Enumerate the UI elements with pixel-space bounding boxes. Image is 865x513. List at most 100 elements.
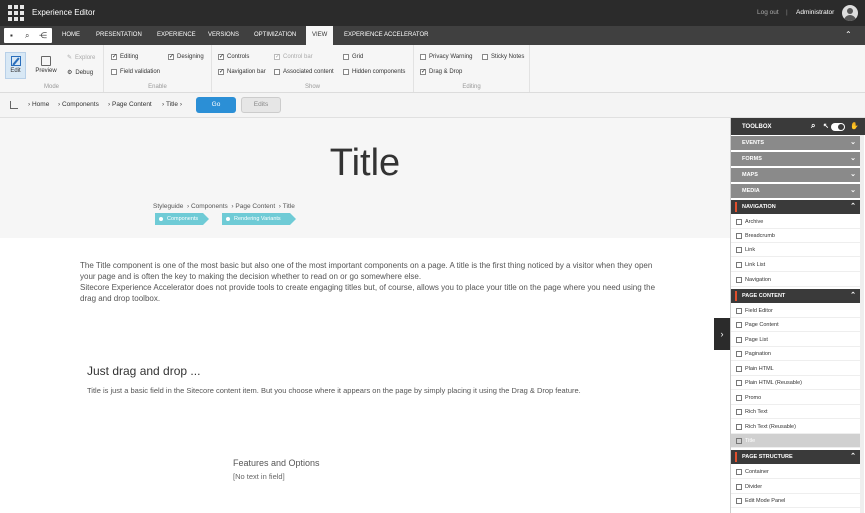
editing-checkbox-label: Editing: [120, 54, 139, 60]
enable-group-label: Enable: [148, 84, 167, 90]
debug-mode-button[interactable]: ⚙ Debug: [67, 69, 93, 77]
sg-crumb-styleguide[interactable]: Styleguide: [153, 203, 183, 210]
avatar[interactable]: [842, 5, 858, 21]
field-validation-checkbox[interactable]: Field validation: [111, 69, 160, 75]
toolbox-section-navigation[interactable]: NAVIGATION ⌃: [731, 200, 861, 214]
go-button[interactable]: Go: [196, 97, 236, 113]
share-icon[interactable]: ⋲: [39, 31, 47, 40]
toolbox-item-rich-text-reusable[interactable]: Rich Text (Reusable): [731, 420, 861, 434]
toolbox-item-archive[interactable]: Archive: [731, 215, 861, 229]
toolbox-item-plain-html-reusable[interactable]: Plain HTML (Reusable): [731, 376, 861, 390]
grid-checkbox[interactable]: Grid: [343, 54, 363, 60]
app-launcher-icon[interactable]: [8, 5, 24, 21]
item-edit-mode-panel-label: Edit Mode Panel: [745, 498, 786, 504]
toolbox-item-rich-text[interactable]: Rich Text: [731, 405, 861, 419]
item-link-list-label: Link List: [745, 262, 766, 268]
toolbox-item-title[interactable]: Title: [731, 434, 861, 448]
tab-presentation[interactable]: PRESENTATION: [90, 26, 148, 45]
toolbox-section-forms[interactable]: FORMS ⌄: [731, 152, 861, 166]
tab-home[interactable]: HOME: [56, 26, 86, 45]
toolbox-section-maps[interactable]: MAPS ⌄: [731, 168, 861, 182]
tab-view[interactable]: VIEW: [306, 26, 334, 45]
breadcrumb-home[interactable]: › Home: [28, 101, 49, 108]
features-empty-field[interactable]: [No text in field]: [233, 472, 285, 481]
ribbon-panel: Edit Preview ✎ Explore ⚙ Debug Mode ✓ Edi…: [0, 45, 865, 93]
toolbox-item-divider[interactable]: Divider: [731, 480, 861, 494]
section-maps-label: MAPS: [742, 172, 758, 178]
navigation-icon: [736, 277, 742, 283]
edits-button[interactable]: Edits: [241, 97, 281, 113]
sg-crumb-title: Title: [282, 203, 295, 210]
toolbox-section-media[interactable]: MEDIA ⌄: [731, 184, 861, 198]
editing-checkbox[interactable]: ✓ Editing: [111, 54, 138, 60]
navigation-bar-checkbox[interactable]: ✓ Navigation bar: [218, 69, 266, 75]
toolbox-item-page-list[interactable]: Page List: [731, 333, 861, 347]
search-icon[interactable]: ⌕: [25, 31, 29, 40]
drag-drop-checkbox[interactable]: ✓ Drag & Drop: [420, 69, 462, 75]
item-container-label: Container: [745, 469, 769, 475]
toolbox-item-field-editor[interactable]: Field Editor: [731, 304, 861, 318]
logout-link[interactable]: Log out: [757, 9, 779, 16]
features-heading: Features and Options: [233, 458, 320, 468]
privacy-warning-checkbox[interactable]: Privacy Warning: [420, 54, 472, 60]
toolbox-search-icon[interactable]: ⌕: [811, 121, 815, 131]
toolbox-item-promo[interactable]: Promo: [731, 391, 861, 405]
sticky-notes-checkbox[interactable]: Sticky Notes: [482, 54, 524, 60]
archive-icon: [736, 219, 742, 225]
breadcrumb-page-content-label: Page Content: [111, 101, 152, 108]
toolbox-item-pagination[interactable]: Pagination: [731, 347, 861, 361]
toolbox-scrollbar[interactable]: [860, 135, 864, 513]
hidden-components-checkbox[interactable]: Hidden components: [343, 69, 405, 75]
toolbox-item-breadcrumb[interactable]: Breadcrumb: [731, 229, 861, 243]
hand-icon: ✋: [850, 123, 859, 130]
toolbox-item-link-list[interactable]: Link List: [731, 258, 861, 272]
toolbox-item-page-content[interactable]: Page Content: [731, 318, 861, 332]
tag-rendering-variants[interactable]: Rendering Variants: [222, 213, 296, 225]
toolbox-section-page-content[interactable]: PAGE CONTENT ⌃: [731, 289, 861, 303]
save-icon[interactable]: ▪: [10, 31, 13, 40]
tab-optimization[interactable]: OPTIMIZATION: [248, 26, 302, 45]
associated-content-checkbox[interactable]: Associated content: [274, 69, 334, 75]
tab-experience[interactable]: EXPERIENCE: [151, 26, 202, 45]
breadcrumb-title[interactable]: › Title ›: [162, 101, 182, 108]
toolbox-item-navigation[interactable]: Navigation: [731, 273, 861, 287]
sg-crumb-page-content[interactable]: Page Content: [235, 203, 275, 210]
toolbox-mode-toggle[interactable]: [831, 123, 845, 131]
divider-icon: [736, 484, 742, 490]
toolbox-item-container[interactable]: Container: [731, 465, 861, 479]
toolbox-item-plain-html[interactable]: Plain HTML: [731, 362, 861, 376]
page-canvas: Title Styleguide › Components › Page Con…: [0, 118, 730, 513]
designing-checkbox[interactable]: ✓ Designing: [168, 54, 204, 60]
chevron-up-icon: ⌃: [850, 453, 856, 460]
toolbox-item-link[interactable]: Link: [731, 243, 861, 257]
tab-versions[interactable]: VERSIONS: [202, 26, 245, 45]
explore-mode-button[interactable]: ✎ Explore: [67, 54, 95, 62]
user-name[interactable]: Administrator: [796, 9, 834, 16]
item-link-label: Link: [745, 247, 756, 253]
edit-mode-button[interactable]: Edit: [5, 52, 26, 79]
intro-paragraph-2: Sitecore Experience Accelerator does not…: [80, 283, 656, 303]
toolbox-section-page-structure[interactable]: PAGE STRUCTURE ⌃: [731, 450, 861, 464]
quick-access-toolbar: ▪ ⌕ ⋲: [4, 28, 52, 43]
tab-experience-accelerator[interactable]: EXPERIENCE ACCELERATOR: [338, 26, 434, 45]
control-bar-checkbox: ✓ Control bar: [274, 54, 313, 60]
collapse-ribbon-icon[interactable]: ⌃: [845, 30, 852, 39]
item-navigation-label: Navigation: [745, 277, 771, 283]
breadcrumb-page-content[interactable]: › Page Content: [108, 101, 152, 108]
preview-mode-button[interactable]: Preview: [33, 56, 59, 74]
explore-icon: ✎: [67, 55, 73, 61]
toolbox-section-events[interactable]: EVENTS ⌄: [731, 136, 861, 150]
sg-crumb-components[interactable]: Components: [191, 203, 228, 210]
breadcrumb-components[interactable]: › Components: [58, 101, 99, 108]
preview-label: Preview: [35, 68, 57, 74]
item-field-editor-label: Field Editor: [745, 308, 773, 314]
rich-text-icon: [736, 409, 742, 415]
toolbox-toggle-chevron-icon[interactable]: ›: [714, 318, 730, 350]
toolbox-item-edit-mode-panel[interactable]: Edit Mode Panel: [731, 494, 861, 508]
tag-components[interactable]: Components: [155, 213, 209, 225]
page-title[interactable]: Title: [0, 142, 730, 185]
tree-icon[interactable]: [10, 101, 18, 109]
section-page-content-label: PAGE CONTENT: [742, 293, 786, 299]
controls-checkbox[interactable]: ✓ Controls: [218, 54, 249, 60]
ribbon-tab-bar: ▪ ⌕ ⋲ HOME PRESENTATION EXPERIENCE VERSI…: [0, 26, 865, 45]
